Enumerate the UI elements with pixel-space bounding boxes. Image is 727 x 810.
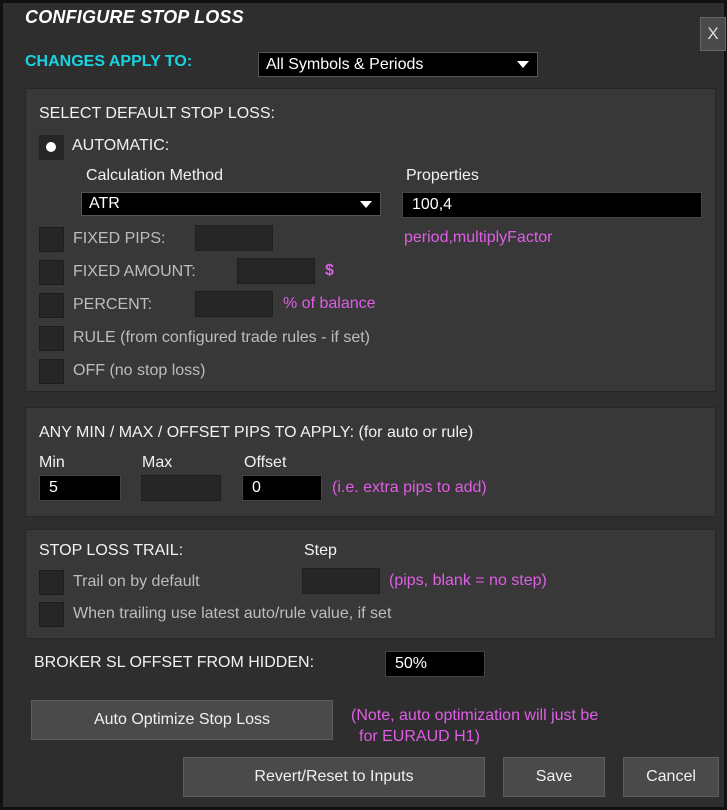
revert-reset-button[interactable]: Revert/Reset to Inputs [183, 757, 485, 797]
min-max-offset-heading: ANY MIN / MAX / OFFSET PIPS TO APPLY: (f… [39, 424, 474, 441]
fixed-amount-checkbox[interactable] [39, 260, 64, 285]
fixed-amount-label: FIXED AMOUNT: [73, 263, 196, 280]
dialog-title: CONFIGURE STOP LOSS [25, 7, 244, 27]
calc-method-value: ATR [89, 195, 120, 212]
min-input[interactable]: 5 [39, 475, 121, 501]
close-button[interactable]: X [700, 17, 726, 51]
offset-label: Offset [244, 454, 287, 471]
step-input[interactable] [302, 568, 380, 594]
calc-method-label: Calculation Method [86, 167, 223, 184]
chevron-down-icon [360, 201, 372, 208]
trail-default-label: Trail on by default [73, 573, 200, 590]
optimize-note-line1: (Note, auto optimization will just be [351, 707, 599, 724]
offset-hint: (i.e. extra pips to add) [332, 479, 487, 496]
optimize-note-line2: for EURAUD H1) [359, 728, 480, 745]
fixed-pips-input[interactable] [195, 225, 273, 251]
save-button[interactable]: Save [503, 757, 605, 797]
min-max-offset-section: ANY MIN / MAX / OFFSET PIPS TO APPLY: (f… [25, 407, 716, 517]
percent-unit: % of balance [283, 295, 376, 312]
percent-checkbox[interactable] [39, 293, 64, 318]
step-label: Step [304, 542, 337, 559]
calc-method-dropdown[interactable]: ATR [81, 192, 381, 216]
fixed-pips-checkbox[interactable] [39, 227, 64, 252]
percent-label: PERCENT: [73, 296, 153, 313]
properties-input[interactable]: 100,4 [402, 192, 702, 218]
automatic-label: AUTOMATIC: [72, 137, 170, 154]
properties-hint: period,multiplyFactor [404, 229, 553, 246]
default-stop-loss-section: SELECT DEFAULT STOP LOSS: AUTOMATIC: Cal… [25, 88, 716, 392]
changes-apply-to-label: CHANGES APPLY TO: [25, 53, 193, 70]
apply-to-value: All Symbols & Periods [266, 56, 424, 73]
step-hint: (pips, blank = no step) [389, 572, 547, 589]
max-input[interactable] [141, 475, 221, 501]
fixed-amount-input[interactable] [237, 258, 315, 284]
automatic-radio[interactable] [39, 135, 64, 160]
stop-loss-trail-section: STOP LOSS TRAIL: Step Trail on by defaul… [25, 529, 716, 639]
offset-input[interactable]: 0 [242, 475, 322, 501]
configure-stop-loss-dialog: CONFIGURE STOP LOSS X CHANGES APPLY TO: … [0, 0, 727, 810]
off-checkbox[interactable] [39, 359, 64, 384]
apply-to-dropdown[interactable]: All Symbols & Periods [258, 52, 538, 77]
percent-input[interactable] [195, 291, 273, 317]
trail-default-checkbox[interactable] [39, 570, 64, 595]
chevron-down-icon [517, 61, 529, 68]
latest-value-checkbox[interactable] [39, 602, 64, 627]
broker-offset-label: BROKER SL OFFSET FROM HIDDEN: [34, 654, 315, 671]
fixed-pips-label: FIXED PIPS: [73, 230, 166, 247]
max-label: Max [142, 454, 173, 471]
rule-checkbox[interactable] [39, 326, 64, 351]
auto-optimize-button[interactable]: Auto Optimize Stop Loss [31, 700, 333, 740]
fixed-amount-unit: $ [325, 262, 334, 279]
rule-label: RULE (from configured trade rules - if s… [73, 329, 370, 346]
radio-selected-dot [46, 142, 56, 152]
default-stop-loss-heading: SELECT DEFAULT STOP LOSS: [39, 105, 275, 122]
min-label: Min [39, 454, 65, 471]
cancel-button[interactable]: Cancel [623, 757, 719, 797]
latest-value-label: When trailing use latest auto/rule value… [73, 605, 392, 622]
off-label: OFF (no stop loss) [73, 362, 206, 379]
broker-offset-input[interactable]: 50% [385, 651, 485, 677]
properties-label: Properties [406, 167, 479, 184]
trail-heading: STOP LOSS TRAIL: [39, 542, 184, 559]
